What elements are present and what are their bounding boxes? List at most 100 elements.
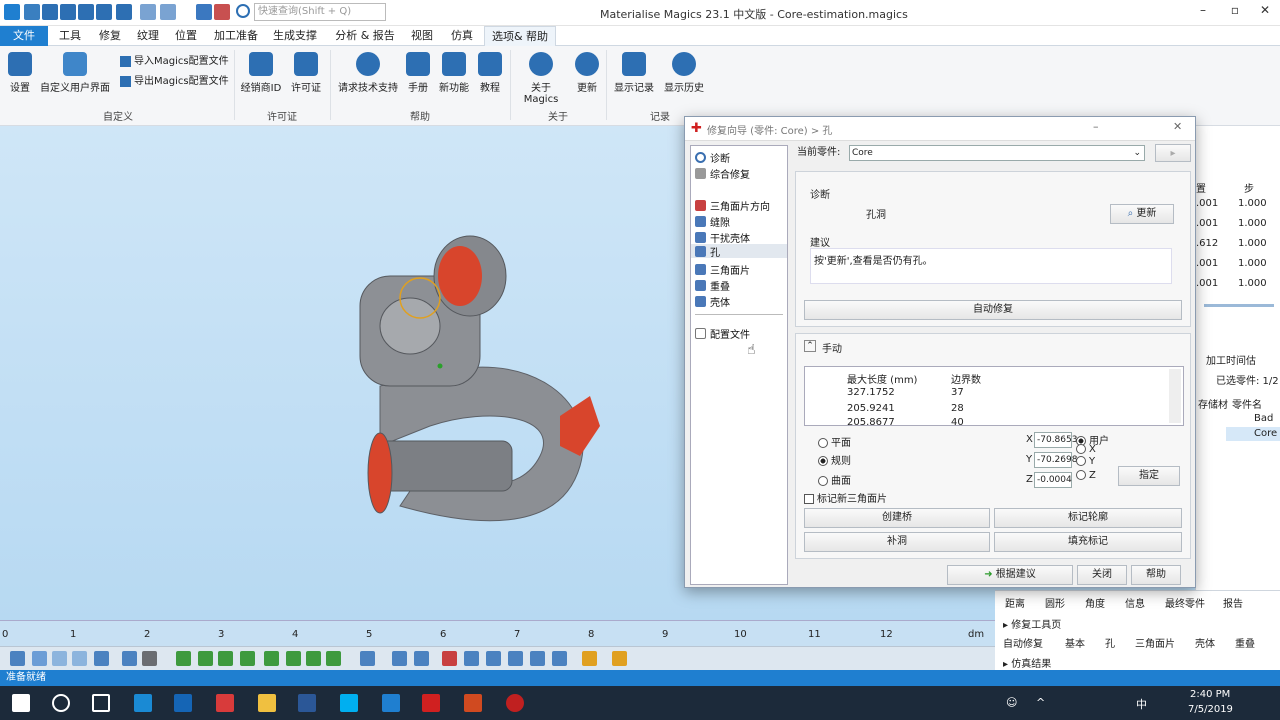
close-button[interactable]: ✕: [1252, 3, 1278, 21]
mode-surface[interactable]: 曲面: [818, 472, 851, 487]
tab-final-part[interactable]: 最终零件: [1165, 595, 1205, 610]
tab-texture[interactable]: 纹理: [130, 26, 166, 46]
update-button[interactable]: 更新: [574, 52, 600, 94]
table-row[interactable]: 327.1752: [847, 387, 895, 398]
mark-icon-5[interactable]: [582, 651, 597, 666]
maximize-button[interactable]: ▫: [1222, 3, 1248, 21]
tab-hole[interactable]: 孔: [1105, 635, 1115, 650]
edge-icon[interactable]: [134, 694, 152, 712]
radio-plane[interactable]: [818, 438, 828, 448]
mode-plane[interactable]: 平面: [818, 434, 851, 449]
slider-track[interactable]: [1204, 304, 1274, 307]
clock-time[interactable]: 2:40 PM: [1190, 689, 1230, 700]
deselect-icon[interactable]: [214, 4, 230, 20]
radio-x[interactable]: [1076, 444, 1086, 454]
zoom-selection-icon[interactable]: [52, 651, 67, 666]
show-log-button[interactable]: 显示记录: [612, 52, 656, 94]
shaded-icon[interactable]: [142, 651, 157, 666]
expand-mark-icon[interactable]: [360, 651, 375, 666]
axis-y[interactable]: Y: [1076, 456, 1095, 467]
dialog-minimize-button[interactable]: –: [1093, 120, 1099, 133]
radio-freeform[interactable]: [818, 456, 828, 466]
coord-x-input[interactable]: -70.8653: [1034, 432, 1077, 448]
nav-diagnostics[interactable]: 诊断: [695, 150, 730, 165]
acrobat-icon[interactable]: [422, 694, 440, 712]
radio-surface[interactable]: [818, 476, 828, 486]
manual-button[interactable]: 手册: [404, 52, 432, 94]
radio-z[interactable]: [1076, 470, 1086, 480]
mark-icon-6[interactable]: [612, 651, 627, 666]
coord-z-input[interactable]: -0.0004: [1034, 472, 1072, 488]
fill-hole-button[interactable]: 补洞: [804, 532, 990, 552]
mark-icon-2[interactable]: [508, 651, 523, 666]
app-icon[interactable]: [216, 694, 234, 712]
nav-normals[interactable]: 三角面片方向: [695, 198, 770, 213]
people-icon[interactable]: ☺: [1006, 696, 1017, 709]
save-as-icon[interactable]: [78, 4, 94, 20]
table-scrollbar[interactable]: [1169, 369, 1181, 423]
collapse-icon[interactable]: ⌃: [804, 340, 816, 352]
about-button[interactable]: 关于Magics: [514, 52, 568, 105]
custom-ui-button[interactable]: 自定义用户界面: [38, 52, 112, 94]
mark-icon-4[interactable]: [552, 651, 567, 666]
windows-start-icon[interactable]: [12, 694, 30, 712]
new-features-button[interactable]: 新功能: [436, 52, 472, 94]
save-icon[interactable]: [60, 4, 76, 20]
part-nav-button[interactable]: ▸: [1155, 144, 1191, 162]
update-button[interactable]: ⌕ 更新: [1110, 204, 1174, 224]
mode-freeform[interactable]: 规则: [818, 452, 851, 467]
tab-basic[interactable]: 基本: [1065, 635, 1085, 650]
mark-lasso-icon[interactable]: [326, 651, 341, 666]
zoom-window-icon[interactable]: [72, 651, 87, 666]
dialog-close-button[interactable]: ✕: [1173, 120, 1182, 133]
invert-mark-icon[interactable]: [392, 651, 407, 666]
tab-simulation[interactable]: 仿真: [444, 26, 480, 46]
mark-new-checkbox[interactable]: [804, 494, 814, 504]
word-icon[interactable]: [298, 694, 316, 712]
wireframe-icon[interactable]: [122, 651, 137, 666]
radio-y[interactable]: [1076, 456, 1086, 466]
3d-part-model[interactable]: [0, 126, 700, 620]
mark-edge-icon[interactable]: [306, 651, 321, 666]
unmark-all-icon[interactable]: [464, 651, 479, 666]
tutorial-button[interactable]: 教程: [476, 52, 504, 94]
help-button[interactable]: 帮助: [1131, 565, 1181, 585]
tab-auto-fix[interactable]: 自动修复: [1003, 635, 1043, 650]
assign-button[interactable]: 指定: [1118, 466, 1180, 486]
magics-icon[interactable]: [382, 694, 400, 712]
outlook-icon[interactable]: [174, 694, 192, 712]
mark-surface-icon[interactable]: [218, 651, 233, 666]
tab-overlap[interactable]: 重叠: [1235, 635, 1255, 650]
undo-icon[interactable]: [140, 4, 156, 20]
tab-info[interactable]: 信息: [1125, 595, 1145, 610]
tab-report[interactable]: 报告: [1223, 595, 1243, 610]
part-row-bad[interactable]: Bad: [1254, 413, 1273, 424]
skype-icon[interactable]: [340, 694, 358, 712]
tab-triangles[interactable]: 三角面片: [1135, 635, 1175, 650]
unmark-icon[interactable]: [442, 651, 457, 666]
powerpoint-icon[interactable]: [464, 694, 482, 712]
nav-general-fix[interactable]: 综合修复: [695, 166, 750, 181]
tab-options-help[interactable]: 选项& 帮助: [484, 26, 556, 46]
table-row[interactable]: 205.8677: [847, 417, 895, 425]
nav-gaps[interactable]: 缝隙: [695, 214, 730, 229]
nav-triangles[interactable]: 三角面片: [695, 262, 750, 277]
tab-circle[interactable]: 圆形: [1045, 595, 1065, 610]
tab-shells[interactable]: 壳体: [1195, 635, 1215, 650]
tab-build-prep[interactable]: 加工准备: [208, 26, 264, 46]
zoom-icon[interactable]: [10, 651, 25, 666]
view-cube-icon[interactable]: [94, 651, 109, 666]
mark-icon-3[interactable]: [530, 651, 545, 666]
open-icon[interactable]: [42, 4, 58, 20]
table-row[interactable]: 205.9241: [847, 403, 895, 414]
close-dialog-button[interactable]: 关闭: [1077, 565, 1127, 585]
nav-holes[interactable]: 孔: [691, 244, 787, 259]
license-button[interactable]: 许可证: [288, 52, 324, 94]
grow-mark-icon[interactable]: [414, 651, 429, 666]
export-config-button[interactable]: 导出Magics配置文件: [120, 72, 230, 87]
tab-file[interactable]: 文件: [0, 26, 48, 46]
minimize-button[interactable]: –: [1190, 3, 1216, 21]
file-explorer-icon[interactable]: [258, 694, 276, 712]
mark-window-icon[interactable]: [264, 651, 279, 666]
nav-overlap[interactable]: 重叠: [695, 278, 730, 293]
